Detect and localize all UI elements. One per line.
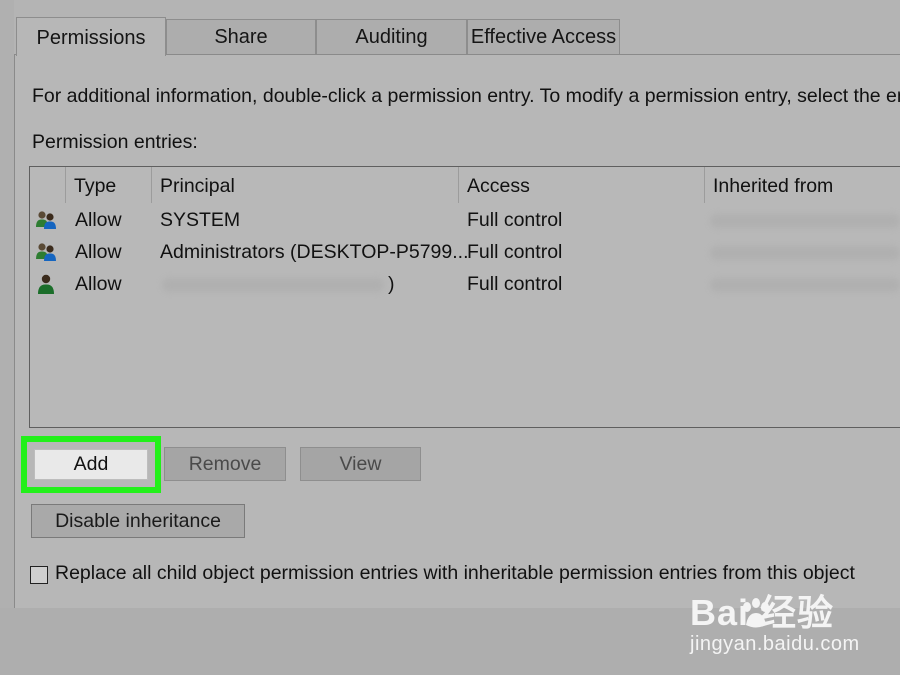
permission-entries-label: Permission entries: [32,131,198,153]
entry-principal: Administrators (DESKTOP-P5799... [160,241,469,263]
column-header-principal[interactable]: Principal [152,167,235,203]
view-button[interactable]: View [300,447,421,481]
permission-entry-row[interactable]: Allow Administrators (DESKTOP-P5799... F… [30,236,900,268]
entry-type: Allow [75,273,122,295]
entry-access: Full control [467,209,563,231]
group-users-icon [36,243,56,261]
add-button[interactable]: Add [34,449,148,480]
inherited-from-redacted [710,214,900,228]
window-left-edge [0,0,14,675]
user-icon [38,274,54,294]
tab-permissions[interactable]: Permissions [16,17,166,56]
replace-child-permissions-label[interactable]: Replace all child object permission entr… [55,562,855,585]
baidu-paw-logo [743,598,769,628]
entry-access: Full control [467,273,563,295]
tab-auditing[interactable]: Auditing [316,19,467,54]
disable-inheritance-button[interactable]: Disable inheritance [31,504,245,538]
column-header-type[interactable]: Type [66,167,116,203]
group-users-icon [36,211,56,229]
permission-entry-row[interactable]: Allow ) Full control [30,268,900,300]
permission-entries-list[interactable]: Type Principal Access Inherited from All… [29,166,900,428]
remove-button[interactable]: Remove [164,447,286,481]
principal-redacted [162,278,384,292]
entry-type: Allow [75,241,122,263]
watermark-url: jingyan.baidu.com [690,633,860,655]
baidu-jingyan-watermark: Bai 经验 jingyan.baidu.com [690,593,860,656]
info-text: For additional information, double-click… [32,85,900,107]
replace-child-permissions-checkbox[interactable] [30,566,48,584]
inherited-from-redacted [710,246,900,260]
entry-principal: SYSTEM [160,209,241,231]
permission-entry-row[interactable]: Allow SYSTEM Full control [30,204,900,236]
tab-effective-access[interactable]: Effective Access [467,19,620,54]
column-header-inherited-from[interactable]: Inherited from [705,167,833,203]
column-header-access[interactable]: Access [459,167,530,203]
entry-principal: ) [388,273,395,295]
tab-share[interactable]: Share [166,19,316,54]
entry-type: Allow [75,209,122,231]
entry-access: Full control [467,241,563,263]
inherited-from-redacted [710,278,900,292]
